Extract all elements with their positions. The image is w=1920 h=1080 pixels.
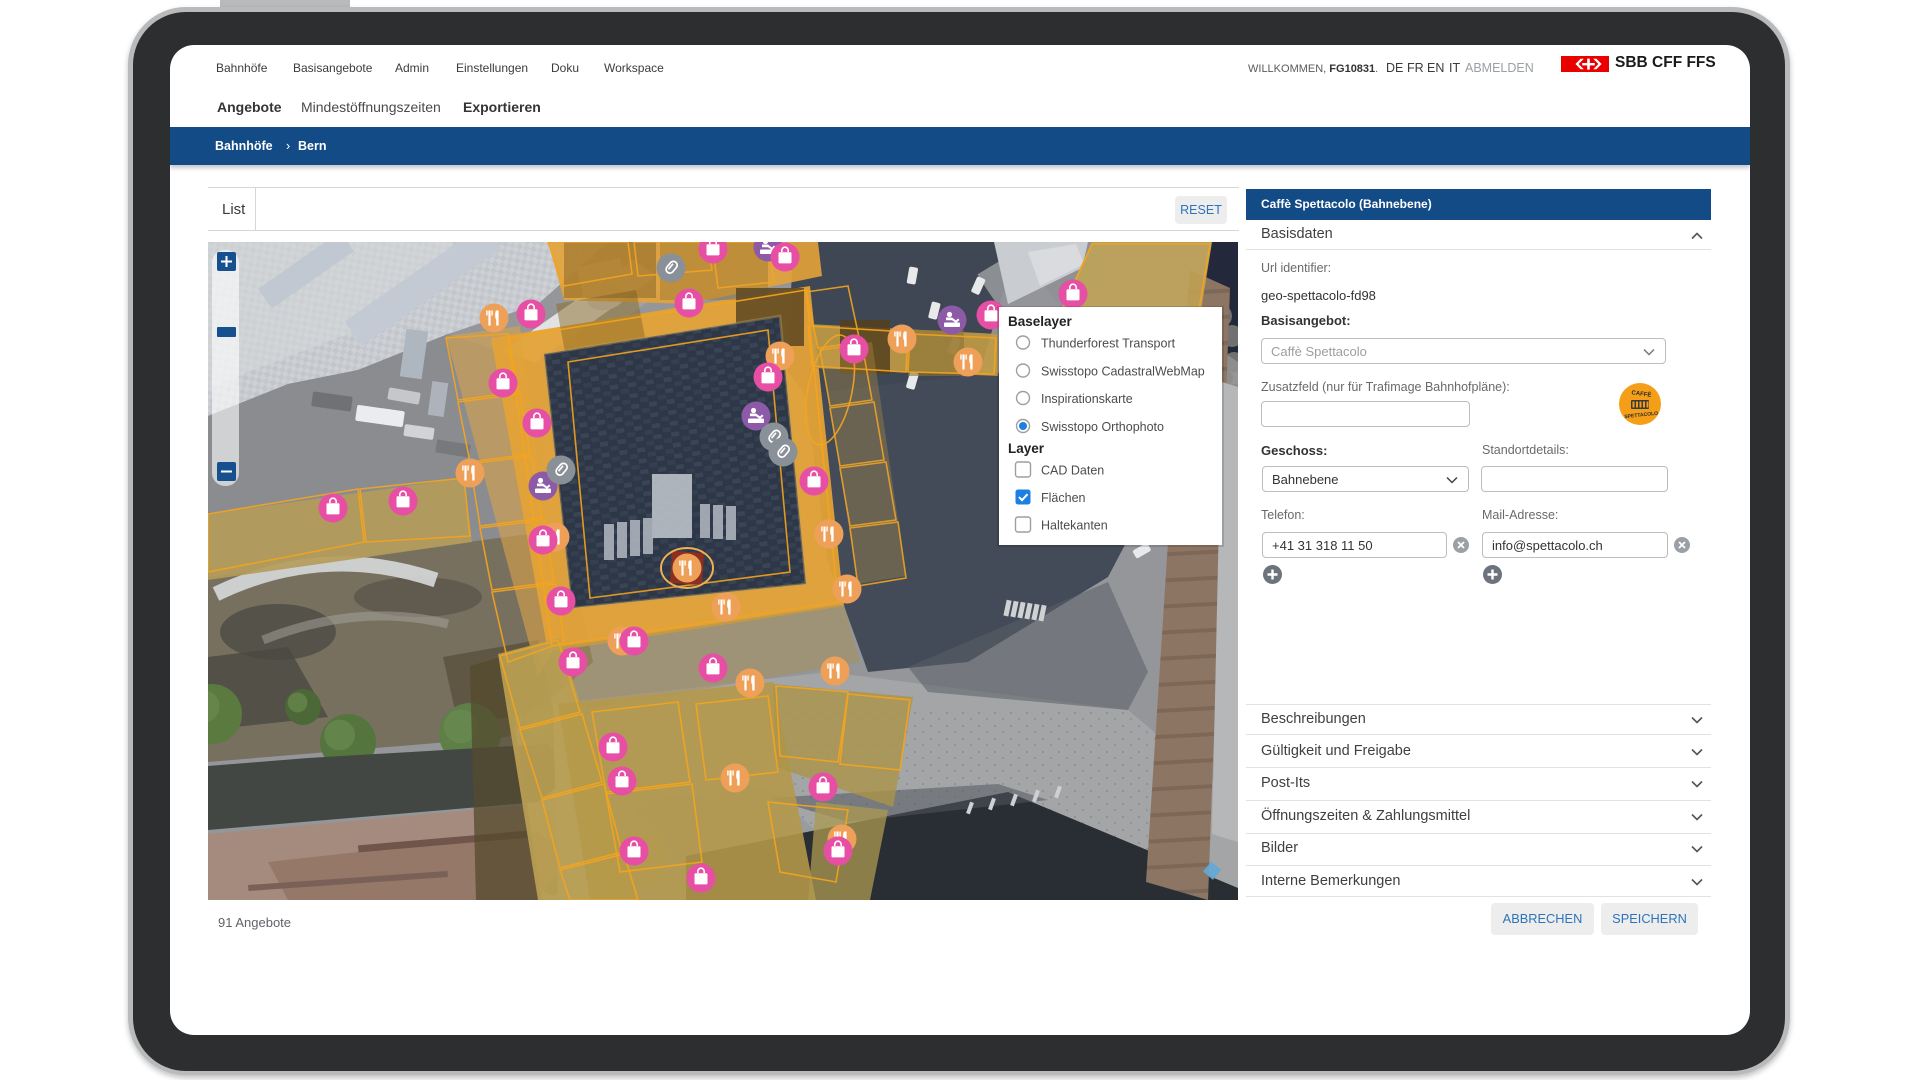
svg-text:Flächen: Flächen bbox=[1041, 491, 1086, 505]
svg-text:CAFFÈ: CAFFÈ bbox=[1631, 388, 1652, 399]
svg-text:Layer: Layer bbox=[1008, 441, 1045, 456]
svg-text:Baselayer: Baselayer bbox=[1008, 314, 1073, 329]
svg-text:Haltekanten: Haltekanten bbox=[1041, 519, 1108, 533]
svg-text:Swisstopo CadastralWebMap: Swisstopo CadastralWebMap bbox=[1041, 365, 1205, 379]
svg-text:SPETTACOLO: SPETTACOLO bbox=[1624, 411, 1658, 421]
svg-text:CAD Daten: CAD Daten bbox=[1041, 464, 1104, 478]
svg-text:Inspirationskarte: Inspirationskarte bbox=[1041, 392, 1133, 406]
svg-text:Swisstopo Orthophoto: Swisstopo Orthophoto bbox=[1041, 420, 1164, 434]
svg-text:Thunderforest Transport: Thunderforest Transport bbox=[1041, 337, 1176, 351]
